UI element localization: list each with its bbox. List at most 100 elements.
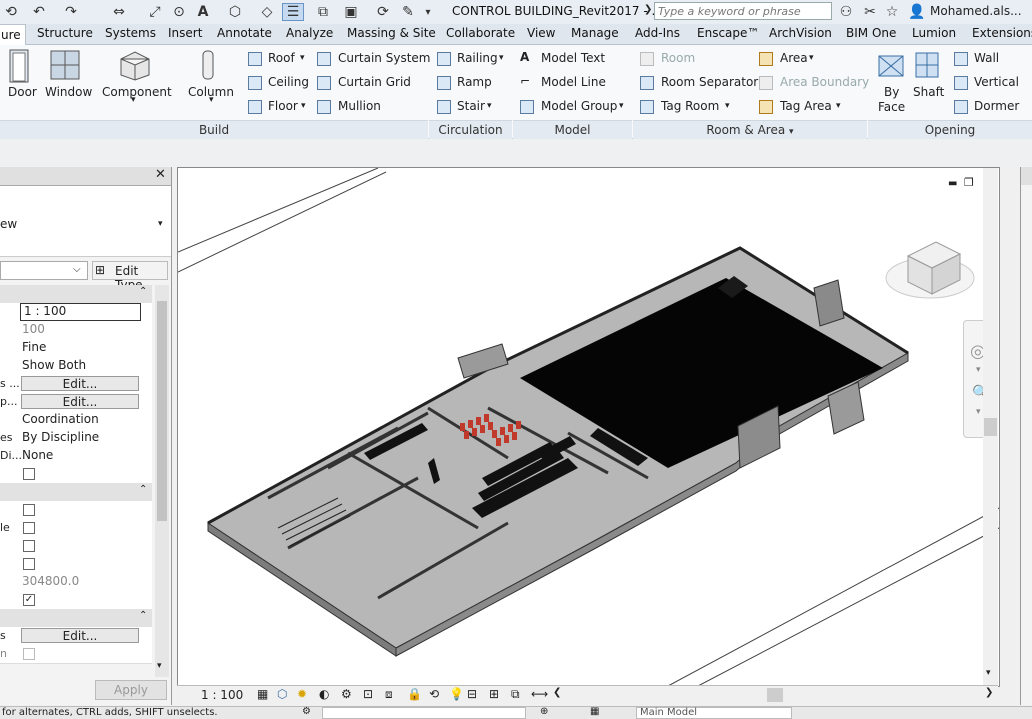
mullion-button[interactable]: Mullion [338,99,381,113]
qat-dropdown-icon[interactable]: ▾ [422,3,434,21]
3d-view-icon[interactable]: ⬡ [224,3,246,21]
tab-analyze[interactable]: Analyze [286,26,333,40]
user-name[interactable]: Mohamed.als... [930,4,1022,18]
binoculars-icon[interactable]: ⚇ [838,3,854,21]
model-group-dropdown-icon[interactable]: ▾ [619,101,624,111]
area-button[interactable]: Area [780,51,808,65]
area-boundary-button[interactable]: Area Boundary [780,75,869,89]
favorites-star-icon[interactable]: ☆ [884,3,900,21]
search-input[interactable]: Type a keyword or phrase [654,2,832,20]
3d-view-canvas[interactable]: ▬ ❐ ⨯ ⊗ ◎ ▾ 🔍 ▾ ⊛ ▾ [177,167,1000,687]
horizontal-scroll-thumb[interactable] [767,688,783,702]
tab-collaborate[interactable]: Collaborate [446,26,515,40]
scroll-left-icon[interactable]: ❮ [553,687,561,698]
render-icon[interactable]: ⚙ [341,687,352,701]
scroll-right-icon[interactable]: ❯ [985,687,993,698]
modify-icon[interactable]: ✎ [398,3,418,21]
checkbox-checked[interactable]: ✓ [23,594,35,606]
active-model-selector[interactable]: Main Model [636,707,792,719]
graphics-group-header[interactable]: ⌃ [0,285,152,303]
door-icon[interactable] [8,49,30,83]
view-scale[interactable]: 1 : 100 [201,688,243,702]
user-icon[interactable]: 👤 [908,3,926,21]
vertical-scroll-thumb[interactable] [984,418,997,436]
tab-view[interactable]: View [527,26,555,40]
tab-lumion[interactable]: Lumion [912,26,956,40]
tab-architecture[interactable]: ure [0,24,26,45]
view-scale-field[interactable]: 1 : 100 [20,303,141,321]
tab-extensions[interactable]: Extensions [972,26,1032,40]
room-button[interactable]: Room [661,51,695,65]
roof-button[interactable]: Roof [268,51,295,65]
measure-icon[interactable]: ⇔ [108,3,130,21]
tag-area-dropdown-icon[interactable]: ▾ [836,101,841,111]
instance-filter-dropdown-icon[interactable]: ⌵ [73,264,81,275]
sync-icon[interactable]: ⟳ [372,3,394,21]
property-row[interactable]: Fine [0,339,152,358]
tag-room-button[interactable]: Tag Room [661,99,719,113]
section-icon[interactable]: ◇ [260,3,274,21]
build-panel-label[interactable]: Build [0,120,428,139]
temp-hide-icon[interactable]: ⟲ [429,687,439,701]
editable-only-icon[interactable]: ⊕ [540,706,548,717]
checkbox[interactable] [23,540,35,552]
room-separator-button[interactable]: Room Separator [661,75,758,89]
type-selector-dropdown-icon[interactable]: ▾ [158,219,163,229]
switch-windows-icon[interactable]: ▣ [340,3,362,21]
dimension-icon[interactable]: ⤢ [146,3,164,21]
apply-button[interactable]: Apply [95,680,167,700]
qat-redo-icon[interactable]: ⟲ [2,3,20,21]
edit-graphics-button[interactable]: Edit... [21,394,139,409]
tag-room-dropdown-icon[interactable]: ▾ [725,101,730,111]
shaft-button[interactable]: Shaft [913,85,944,99]
scroll-down-icon[interactable]: ▾ [986,668,991,678]
window-icon[interactable] [50,50,80,80]
tab-structure[interactable]: Structure [37,26,93,40]
steering-wheel-dropdown-icon[interactable]: ▾ [976,365,981,375]
edit-type-button[interactable]: ⊞ Edit Type [92,261,168,292]
viewcube-icon[interactable] [884,234,980,304]
crop-view-icon[interactable]: ⊡ [363,687,373,701]
shaft-icon[interactable] [912,50,942,80]
tag-icon[interactable]: ⊙ [170,3,188,21]
highlight-icon[interactable]: ⧉ [511,687,520,702]
visual-style-icon[interactable]: ⬡ [277,687,287,701]
search-expand-icon[interactable]: ❯ [644,4,652,15]
show-crop-icon[interactable]: ⧈ [385,687,393,702]
checkbox[interactable] [23,522,35,534]
workset-selector[interactable] [322,707,526,719]
curtain-grid-button[interactable]: Curtain Grid [338,75,411,89]
subscription-icon[interactable]: ✂ [862,3,878,21]
minimize-view-icon[interactable]: ▬ [948,178,957,189]
tab-manage[interactable]: Manage [571,26,619,40]
component-button[interactable]: Component [102,85,172,99]
wall-opening-button[interactable]: Wall [974,51,999,65]
instance-filter-select[interactable]: ⌵ [0,261,88,280]
tab-archvision[interactable]: ArchVision [769,26,832,40]
column-dropdown-icon[interactable]: ▾ [209,95,214,105]
view-vertical-scrollbar[interactable]: ▾ [983,168,998,686]
by-face-label-bottom[interactable]: Face [878,100,905,114]
properties-scrollbar[interactable]: ▾ [155,285,169,677]
property-row[interactable]: Coordination [0,411,152,430]
camera-group-header[interactable]: ⌃ [0,609,152,627]
model-line-button[interactable]: Model Line [541,75,606,89]
door-button[interactable]: Door [8,85,37,99]
zoom-dropdown-icon[interactable]: ▾ [976,407,981,417]
column-icon[interactable] [200,49,216,81]
floor-button[interactable]: Floor [268,99,298,113]
edit-visibility-button[interactable]: Edit... [21,376,139,391]
scrollbar-thumb[interactable] [157,301,167,521]
curtain-system-button[interactable]: Curtain System [338,51,430,65]
redo-icon[interactable]: ↷ [60,3,82,21]
tag-area-button[interactable]: Tag Area [780,99,832,113]
room-area-expand-icon[interactable]: ▾ [789,127,794,137]
worksets-icon[interactable]: ⚙ [302,706,311,717]
tab-annotate[interactable]: Annotate [217,26,272,40]
tab-systems[interactable]: Systems [105,26,156,40]
railing-button[interactable]: Railing [457,51,498,65]
tab-massing-site[interactable]: Massing & Site [347,26,436,40]
extents-group-header[interactable]: ⌃ [0,483,152,501]
reveal-hidden-icon[interactable]: 💡 [449,687,464,701]
window-button[interactable]: Window [45,85,92,99]
